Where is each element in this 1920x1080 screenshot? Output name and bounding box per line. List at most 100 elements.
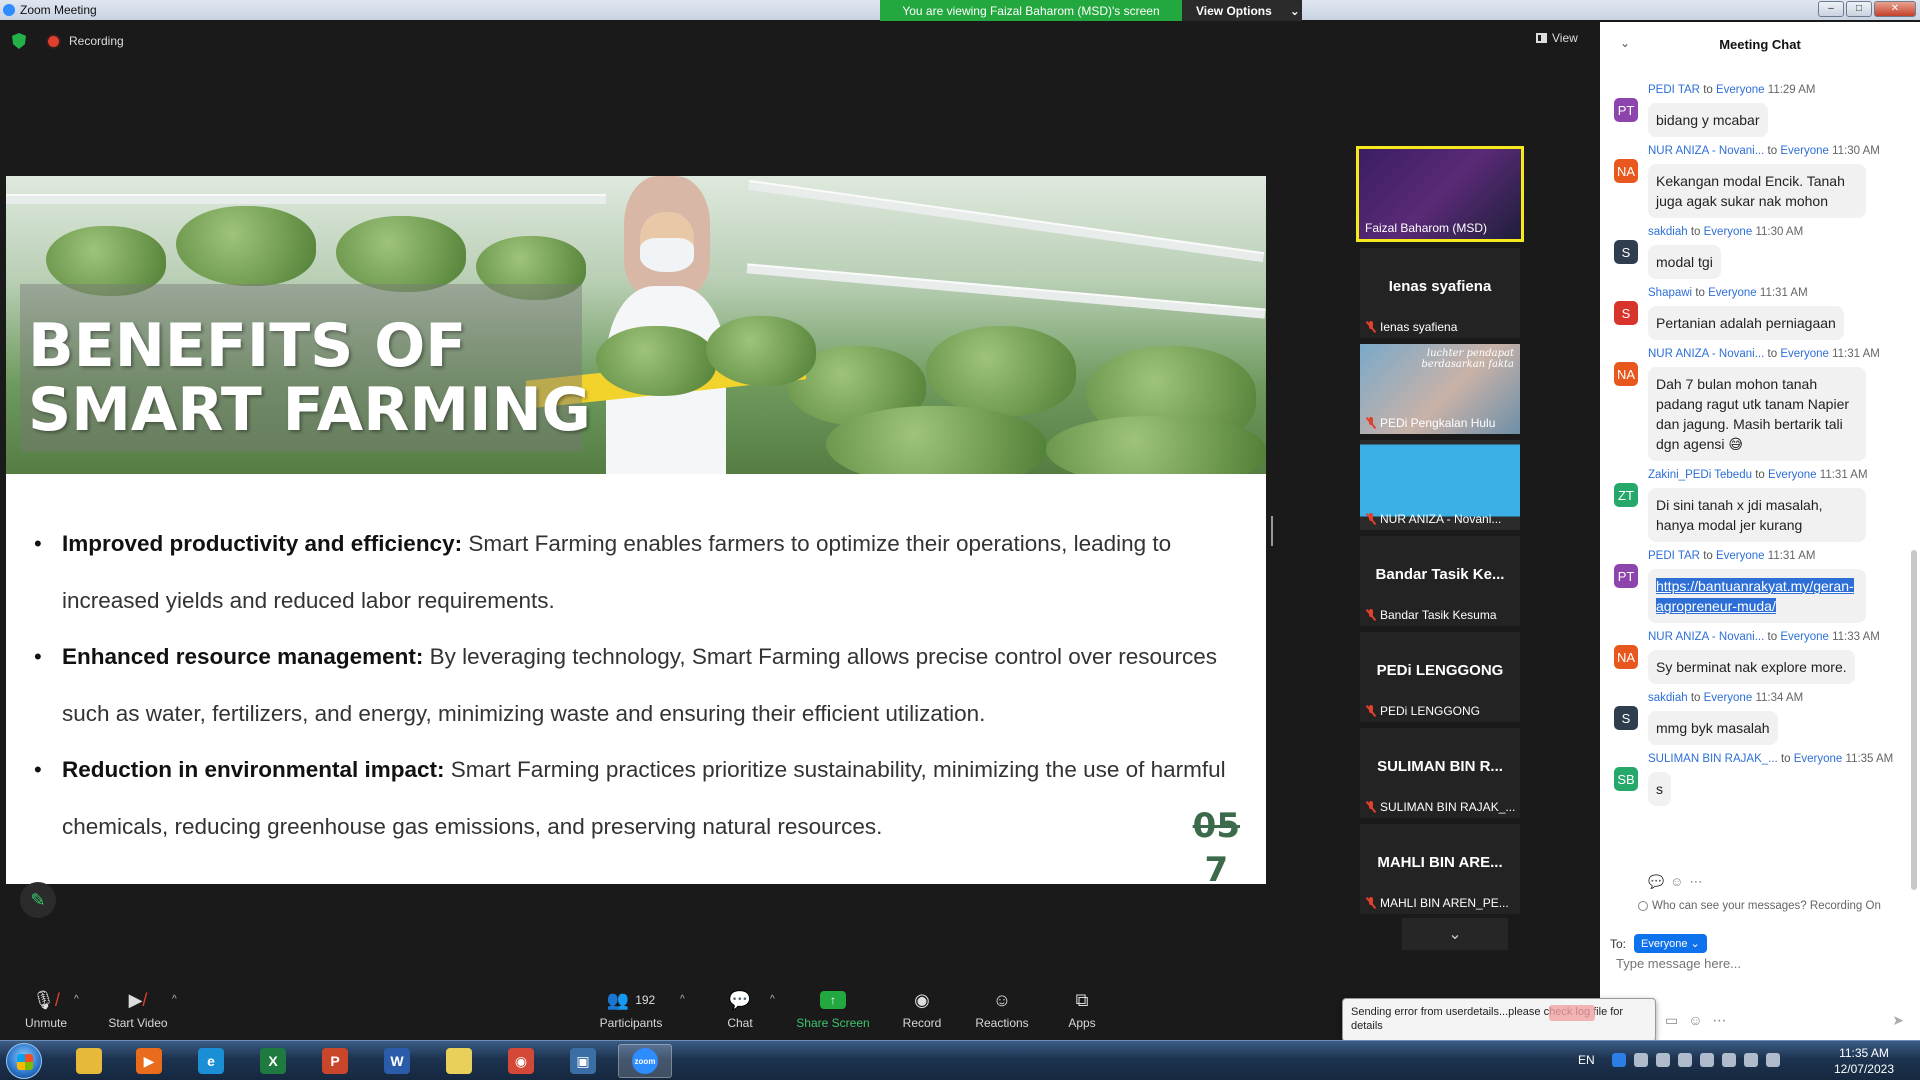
chat-to-word: to: [1690, 226, 1701, 238]
chat-message-input[interactable]: [1616, 956, 1906, 971]
chat-sender[interactable]: NUR ANIZA - Novani...: [1648, 348, 1764, 360]
apps-icon: ⧉: [1075, 989, 1089, 1010]
chat-to-word: to: [1695, 287, 1705, 299]
leaf-decor: [926, 326, 1076, 416]
participants-caret-icon[interactable]: ^: [680, 994, 685, 1005]
chat-sender[interactable]: PEDI TAR: [1648, 550, 1700, 562]
rack-decor: [747, 179, 1265, 263]
who-can-see-link[interactable]: Who can see your messages? Recording On: [1638, 900, 1881, 912]
chat-message: NA NUR ANIZA - Novani... to Everyone 11:3…: [1612, 631, 1904, 684]
chat-sender[interactable]: NUR ANIZA - Novani...: [1648, 631, 1764, 643]
antivirus-icon[interactable]: [1656, 1053, 1670, 1067]
scientist-figure: [606, 176, 726, 474]
apps-button[interactable]: ⧉ Apps: [1066, 988, 1098, 1031]
recipient-value: Everyone: [1641, 938, 1688, 950]
avatar: ZT: [1614, 483, 1638, 507]
avatar: NA: [1614, 159, 1638, 183]
display-icon[interactable]: [1744, 1053, 1758, 1067]
taskbar-app-powerpoint[interactable]: P: [308, 1044, 362, 1078]
chat-input-tools[interactable]: ▭☺⋯: [1665, 1012, 1737, 1029]
audio-options-caret-icon[interactable]: ^: [74, 994, 79, 1005]
participant-tile[interactable]: PEDi LENGGONG PEDi LENGGONG: [1360, 632, 1520, 722]
participant-tile[interactable]: MAHLI BIN ARE... MAHLI BIN AREN_PE...: [1360, 824, 1520, 914]
participant-tile[interactable]: luchter pendapat berdasarkan fakta PEDi …: [1360, 344, 1520, 434]
message-actions[interactable]: 💬☺⋯: [1648, 874, 1708, 890]
chat-sender[interactable]: PEDI TAR: [1648, 84, 1700, 96]
maximize-button[interactable]: □: [1846, 1, 1872, 17]
flag-icon[interactable]: [1722, 1053, 1736, 1067]
chat-sender[interactable]: Shapawi: [1648, 287, 1692, 299]
send-icon[interactable]: ➤: [1892, 1012, 1904, 1029]
chat-sender[interactable]: Zakini_PEDi Tebedu: [1648, 469, 1752, 481]
recipient-select[interactable]: Everyone ⌄: [1634, 934, 1707, 953]
active-speaker-tile[interactable]: Faizal Baharom (MSD): [1356, 146, 1524, 242]
bullet-list: Improved productivity and efficiency: Sm…: [30, 516, 1240, 855]
chat-sender[interactable]: sakdiah: [1648, 226, 1688, 238]
split-resize-handle[interactable]: [1271, 516, 1273, 546]
reactions-button[interactable]: ☺ Reactions: [974, 988, 1030, 1031]
chat-recipient: Everyone: [1708, 287, 1757, 299]
view-options-label: View Options: [1196, 3, 1272, 18]
annotate-pen-icon[interactable]: ✎: [20, 882, 56, 918]
chat-sender[interactable]: NUR ANIZA - Novani...: [1648, 145, 1764, 157]
chat-message-meta: NUR ANIZA - Novani... to Everyone 11:33 …: [1648, 631, 1904, 647]
chat-message-meta: SULIMAN BIN RAJAK_... to Everyone 11:35 …: [1648, 753, 1904, 769]
record-button[interactable]: ◉ Record: [900, 988, 944, 1031]
chat-time: 11:30 AM: [1832, 145, 1880, 157]
chat-sender[interactable]: SULIMAN BIN RAJAK_...: [1648, 753, 1778, 765]
unmute-button[interactable]: 🎙 / Unmute: [22, 988, 70, 1031]
chat-caret-icon[interactable]: ^: [770, 994, 775, 1005]
participant-tile[interactable]: NUR ANIZA - Novani...: [1360, 440, 1520, 530]
view-options-button[interactable]: View Options ⌄: [1182, 0, 1302, 21]
minimize-button[interactable]: –: [1818, 1, 1844, 17]
who-can-see-text: Who can see your messages? Recording On: [1652, 900, 1881, 912]
taskbar-app-explorer[interactable]: [62, 1044, 116, 1078]
chat-button[interactable]: 💬 Chat: [722, 988, 758, 1031]
tile-big-name: Bandar Tasik Ke...: [1375, 566, 1505, 583]
view-button[interactable]: View: [1536, 31, 1578, 45]
page-number-struck: 05: [1192, 806, 1240, 846]
zoom-tray-icon[interactable]: [1612, 1053, 1626, 1067]
drive-icon[interactable]: [1678, 1053, 1692, 1067]
taskbar-app-sticky-notes[interactable]: [432, 1044, 486, 1078]
chat-message-bubble: Pertanian adalah perniagaan: [1648, 306, 1844, 340]
chat-link[interactable]: https://bantuanrakyat.my/geran-agroprene…: [1656, 578, 1854, 614]
error-toast[interactable]: Sending error from userdetails...please …: [1342, 998, 1656, 1042]
share-screen-button[interactable]: ↑ Share Screen: [796, 988, 870, 1030]
taskbar-app-excel[interactable]: X: [246, 1044, 300, 1078]
chat-to-word: to: [1780, 753, 1791, 765]
close-window-button[interactable]: ✕: [1874, 1, 1916, 17]
start-video-button[interactable]: ▶ / Start Video: [106, 988, 170, 1031]
tile-name: Faizal Baharom (MSD): [1365, 221, 1487, 235]
volume-icon[interactable]: [1766, 1053, 1780, 1067]
taskbar-app-chrome[interactable]: ◉: [494, 1044, 548, 1078]
language-indicator[interactable]: EN: [1578, 1053, 1595, 1067]
recording-icon: [48, 35, 59, 47]
chat-sender[interactable]: sakdiah: [1648, 692, 1688, 704]
tile-name-text: MAHLI BIN AREN_PE...: [1380, 896, 1509, 910]
participant-tile[interactable]: Ienas syafiena Ienas syafiena: [1360, 248, 1520, 338]
taskbar-app-zoom[interactable]: zoom: [618, 1044, 672, 1078]
taskbar-clock[interactable]: 11:35 AM 12/07/2023: [1834, 1045, 1894, 1077]
tile-big-name: SULIMAN BIN R...: [1377, 758, 1503, 775]
scroll-down-chevron-icon[interactable]: ⌄: [1402, 918, 1508, 950]
chat-recipient: Everyone: [1703, 692, 1753, 704]
participant-tile[interactable]: SULIMAN BIN R... SULIMAN BIN RAJAK_...: [1360, 728, 1520, 818]
network-icon[interactable]: [1634, 1053, 1648, 1067]
participant-tile[interactable]: Bandar Tasik Ke... Bandar Tasik Kesuma: [1360, 536, 1520, 626]
start-button-icon[interactable]: [6, 1043, 42, 1079]
person-icon: [1638, 901, 1648, 911]
tile-name-text: SULIMAN BIN RAJAK_...: [1380, 800, 1516, 814]
taskbar-app-remote[interactable]: ▣: [556, 1044, 610, 1078]
chat-scrollbar[interactable]: [1911, 550, 1917, 890]
shield-icon[interactable]: [12, 33, 26, 49]
bluetooth-icon[interactable]: [1700, 1053, 1714, 1067]
taskbar-app-edge[interactable]: e: [184, 1044, 238, 1078]
taskbar-app-media[interactable]: ▶: [122, 1044, 176, 1078]
chat-time: 11:30 AM: [1755, 226, 1804, 238]
participants-count: 192: [635, 993, 656, 1007]
participants-button[interactable]: 👥 192 Participants: [596, 988, 666, 1031]
taskbar-app-word[interactable]: W: [370, 1044, 424, 1078]
video-options-caret-icon[interactable]: ^: [172, 994, 177, 1005]
tile-handwriting: luchter pendapat berdasarkan fakta: [1421, 348, 1514, 370]
